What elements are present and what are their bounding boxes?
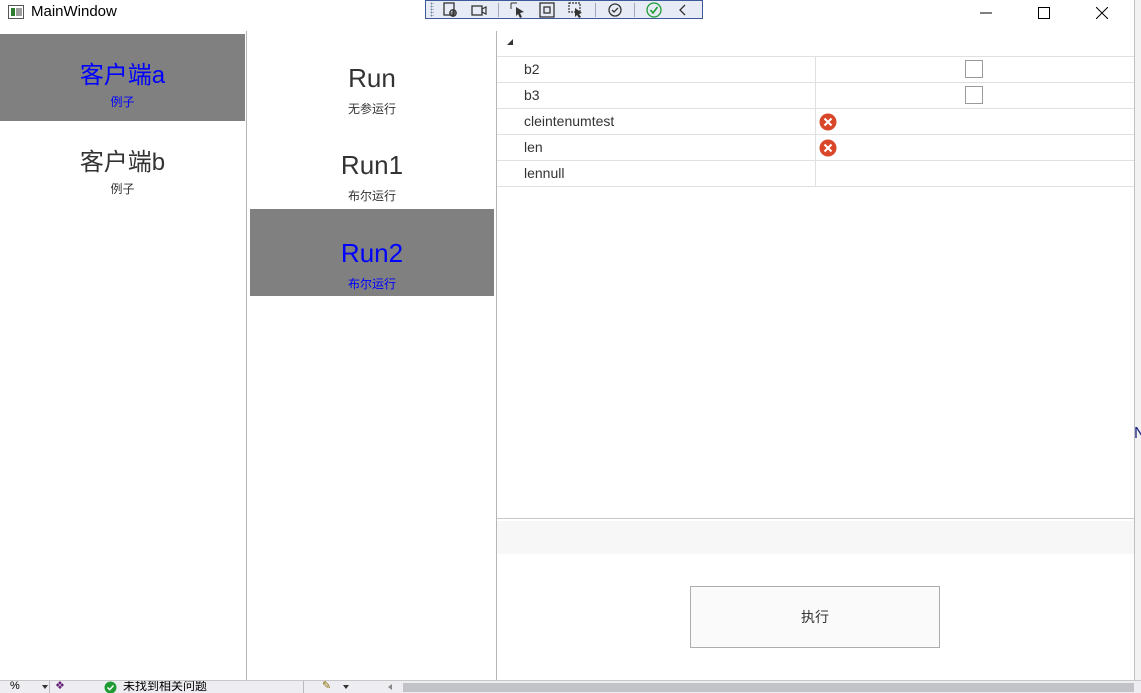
column-divider [815, 161, 816, 187]
client-name: 客户端a [79, 62, 166, 89]
method-description: 布尔运行 [347, 189, 396, 203]
property-name: lennull [524, 165, 565, 181]
background-window-glyph: N [1134, 425, 1141, 442]
maximize-button[interactable] [1015, 0, 1073, 25]
no-issues-check-icon[interactable] [104, 681, 117, 693]
zoom-text: % [10, 680, 20, 692]
ide-status-strip: % ❖ 未找到相关问题 ✎ [0, 680, 1141, 693]
issues-status-text: 未找到相关问题 [123, 680, 208, 693]
zoom-dropdown[interactable]: % [2, 681, 50, 693]
method-name: Run2 [340, 238, 404, 268]
track-focus-icon[interactable] [566, 1, 586, 18]
property-name: len [524, 139, 543, 155]
result-strip [497, 521, 1134, 554]
method-list[interactable]: Run 无参运行 Run1 布尔运行 Run2 布尔运行 [247, 31, 497, 680]
property-checkbox[interactable] [965, 60, 983, 78]
collapse-triangle-icon[interactable] [507, 39, 513, 45]
property-name: cleintenumtest [524, 113, 615, 129]
property-row[interactable]: len [497, 135, 1134, 161]
column-divider [815, 109, 816, 135]
method-description: 布尔运行 [347, 277, 396, 291]
client-description: 例子 [110, 95, 135, 109]
property-grid[interactable]: b2 b3 cleintenumtest len lennull [497, 31, 1134, 519]
client-item[interactable]: 客户端a 例子 [0, 34, 245, 121]
collapse-toolbar-icon[interactable] [673, 1, 693, 18]
parameter-panel: b2 b3 cleintenumtest len lennull 执行 [497, 31, 1134, 680]
toolbar-separator [497, 2, 499, 17]
client-description: 例子 [110, 182, 135, 196]
strip-separator [303, 681, 304, 693]
property-checkbox[interactable] [965, 86, 983, 104]
toolbar-grip[interactable] [430, 2, 434, 17]
scroll-left-arrow-icon[interactable] [388, 684, 392, 690]
client-list[interactable]: 客户端a 例子 客户端b 例子 [0, 31, 247, 680]
select-element-icon[interactable] [440, 1, 460, 18]
record-icon[interactable] [469, 1, 489, 18]
code-cleanup-brush-icon[interactable]: ✎ [322, 681, 336, 693]
toolbar-separator [633, 2, 635, 17]
column-divider [815, 57, 816, 83]
method-item[interactable]: Run1 布尔运行 [250, 121, 494, 208]
hot-reload-icon[interactable] [605, 1, 625, 18]
client-name: 客户端b [79, 149, 166, 176]
minimize-icon [980, 12, 992, 13]
property-row[interactable]: b3 [497, 83, 1134, 109]
close-icon [1096, 6, 1108, 19]
title-bar[interactable]: MainWindow [0, 0, 1134, 31]
property-row[interactable]: lennull [497, 161, 1134, 187]
error-icon[interactable] [819, 113, 837, 131]
toolbar-separator [594, 2, 596, 17]
column-divider [815, 135, 816, 161]
column-divider [815, 83, 816, 109]
minimize-button[interactable] [957, 0, 1015, 25]
property-name: b2 [524, 61, 540, 77]
debug-toolbar[interactable] [425, 0, 703, 19]
method-description: 无参运行 [347, 102, 396, 116]
layout-adorner-icon[interactable] [537, 1, 557, 18]
horizontal-scrollbar[interactable] [403, 683, 1134, 692]
property-row[interactable]: b2 [497, 57, 1134, 83]
client-item[interactable]: 客户端b 例子 [0, 121, 245, 208]
chevron-down-icon[interactable] [343, 685, 349, 689]
category-header[interactable] [497, 31, 1134, 57]
error-icon[interactable] [819, 139, 837, 157]
pointer-select-icon[interactable] [508, 1, 528, 18]
method-name: Run1 [340, 150, 404, 180]
execute-button[interactable]: 执行 [690, 586, 940, 648]
check-icon[interactable] [644, 1, 664, 18]
method-item[interactable]: Run2 布尔运行 [250, 209, 494, 296]
method-name: Run [348, 63, 396, 93]
property-row[interactable]: cleintenumtest [497, 109, 1134, 135]
close-button[interactable] [1073, 0, 1131, 25]
background-window-edge [1134, 0, 1141, 693]
app-icon [8, 5, 24, 19]
chevron-down-icon [42, 685, 48, 689]
method-item[interactable]: Run 无参运行 [250, 34, 494, 121]
maximize-icon [1038, 6, 1050, 19]
intellicode-icon[interactable]: ❖ [55, 681, 69, 693]
property-name: b3 [524, 87, 540, 103]
window-title: MainWindow [31, 3, 117, 20]
